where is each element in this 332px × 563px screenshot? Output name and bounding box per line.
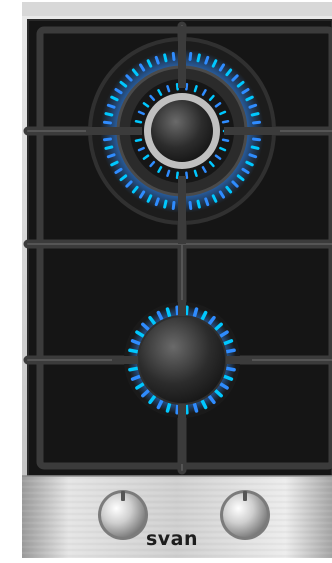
knob-indicator-icon (121, 491, 125, 501)
flame-jet (188, 51, 193, 61)
flame-jet (192, 402, 199, 413)
flame-jet (192, 307, 199, 318)
flame-jet (204, 55, 210, 65)
flame-jet (185, 171, 189, 179)
flame-jet (184, 404, 189, 415)
flame-jet (250, 112, 260, 117)
flame-jet (175, 305, 180, 316)
flame-jet (252, 120, 262, 125)
flame-jet (252, 137, 262, 142)
flame-jet (223, 339, 234, 346)
knob-indicator-icon (243, 491, 247, 501)
flame-jet (163, 53, 168, 63)
flame-jet (188, 201, 193, 211)
flame-jet (154, 55, 160, 65)
flame-jet (166, 169, 171, 177)
control-knob-right[interactable] (218, 488, 272, 542)
flame-jet (104, 145, 114, 150)
flame-jet (134, 119, 143, 124)
flame-jet (175, 171, 179, 179)
flame-jet (171, 51, 176, 61)
flame-jet (154, 197, 160, 207)
flame-jet (184, 305, 189, 316)
flame-jet (248, 153, 258, 159)
flame-jet (104, 112, 114, 117)
flame-jet (223, 374, 234, 381)
flame-jet (171, 201, 176, 211)
flame-jet (163, 199, 168, 209)
flame-jet (175, 404, 180, 415)
flame-jet (196, 199, 201, 209)
flame-jet (250, 145, 260, 150)
flame-jet (106, 153, 116, 159)
flame-jet (166, 85, 171, 93)
flame-jet (193, 169, 198, 177)
brand-logo: svan (145, 528, 199, 550)
flame-jet (165, 402, 172, 413)
flame-jet (134, 138, 143, 143)
flame-jet (204, 197, 210, 207)
flame-jet (248, 103, 258, 109)
flame-jet (185, 83, 189, 91)
flame-jet (106, 103, 116, 109)
flame-jet (221, 138, 230, 143)
flame-jet (130, 374, 141, 381)
flame-jet (130, 339, 141, 346)
flame-jet (175, 83, 179, 91)
flame-jet (193, 85, 198, 93)
flame-jet (221, 119, 230, 124)
flame-jet (165, 307, 172, 318)
flame-jet (128, 366, 139, 372)
flame-jet (102, 137, 112, 142)
flame-jet (225, 348, 236, 354)
hob-illustration (22, 2, 332, 558)
flame-jet (128, 348, 139, 354)
flame-jet (102, 120, 112, 125)
flame-jet (225, 366, 236, 372)
small-burner-icon (124, 302, 240, 418)
gas-hob: svan (0, 0, 332, 558)
flame-jet (196, 53, 201, 63)
control-knob-left[interactable] (96, 488, 150, 542)
